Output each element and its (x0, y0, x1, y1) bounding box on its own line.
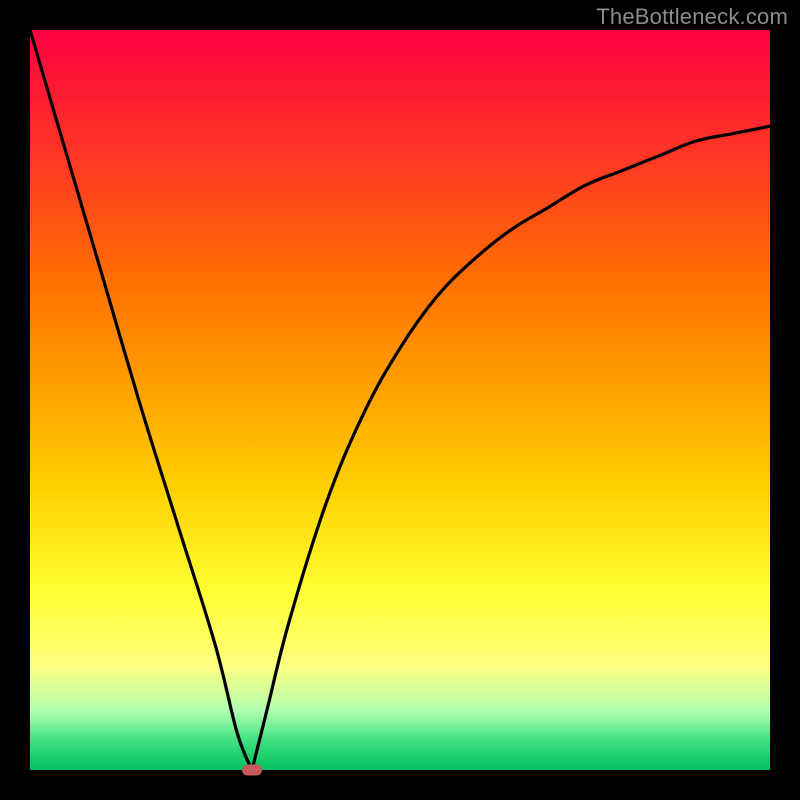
plot-area (30, 30, 770, 770)
curve-left (30, 30, 252, 770)
chart-frame: TheBottleneck.com (0, 0, 800, 800)
curve-right (252, 126, 770, 770)
curve-layer (30, 30, 770, 770)
minimum-marker (242, 765, 262, 776)
watermark-text: TheBottleneck.com (596, 4, 788, 30)
